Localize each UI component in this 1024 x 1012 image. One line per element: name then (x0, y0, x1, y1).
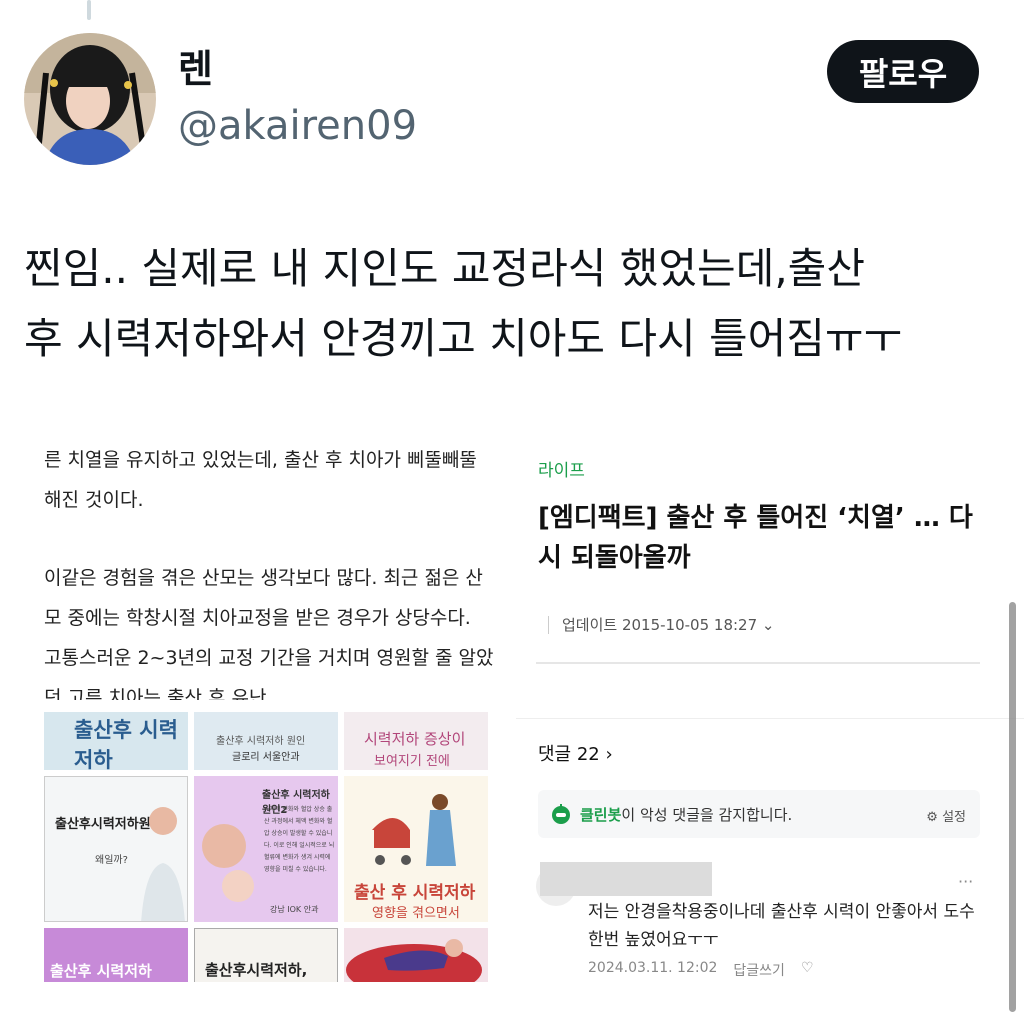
cleanbot-banner: 클린봇이 악성 댓글을 감지합니다. ⚙ 설정 (538, 790, 980, 838)
avatar[interactable] (24, 33, 156, 165)
attached-image-news[interactable]: 라이프 [엠디팩트] 출산 후 틀어진 ‘치열’ … 다시 되돌아올까 업데이트… (516, 420, 1024, 1012)
thumbnail-brand: 글로리 서울안과 (232, 752, 300, 763)
thumbnail: 출산후시력저하원인 왜일까? (44, 776, 188, 922)
resting-woman-illustration (346, 939, 482, 982)
comment-count-link[interactable]: 댓글 22 › (538, 740, 613, 766)
thumbnail: 출산후시력저하, (194, 928, 338, 982)
woman-illustration (141, 807, 185, 921)
heart-icon[interactable]: ♡ (801, 960, 814, 980)
thumbnail-label: 출산후 시력저하 (74, 718, 178, 770)
cleanbot-settings-button[interactable]: ⚙ 설정 (926, 806, 966, 825)
thumbnail: 출산후 시력저하 원인2 • 체액 변화와 혈압 상승 출산 과정에서 체액 변… (194, 776, 338, 922)
divider (516, 718, 1024, 719)
article-paragraph-1: 른 치열을 유지하고 있었는데, 출산 후 치아가 삐뚤빼뚤해진 것이다. (44, 449, 477, 511)
cleanbot-icon (552, 804, 570, 824)
thumbnail-label: 시력저하 증상이 (364, 730, 466, 748)
news-title: [엠디팩트] 출산 후 틀어진 ‘치열’ … 다시 되돌아올까 (538, 503, 973, 573)
thumbnail: 시력저하 증상이 보여지기 전에 (344, 712, 488, 770)
avatar-image (24, 33, 156, 165)
thumbnail-sublabel: 보여지기 전에 (374, 754, 450, 769)
thumbnail-label: 출산후 시력저하 (50, 962, 152, 980)
comment-more-icon[interactable]: ··· (958, 872, 973, 891)
thumbnail-brand: 강남 IOK 안과 (270, 905, 319, 914)
attached-image-article[interactable]: 른 치열을 유지하고 있었는데, 출산 후 치아가 삐뚤빼뚤해진 것이다. 이같… (0, 420, 516, 1012)
thumbnail-label: 출산 후 시력저하 (354, 883, 476, 903)
redacted-username (540, 862, 712, 896)
comment-text: 저는 안경을착용중이나데 출산후 시력이 안좋아서 도수한번 높였어요ㅜㅜ (588, 902, 975, 950)
news-category[interactable]: 라이프 (538, 456, 585, 481)
update-timestamp[interactable]: 업데이트 2015-10-05 18:27 ⌄ (562, 614, 774, 635)
cleanbot-message: 이 악성 댓글을 감지합니다. (621, 806, 793, 824)
divider (536, 662, 980, 664)
thumbnail-label: 출산후시력저하, (205, 961, 308, 979)
thumbnail-body: • 체액 변화와 혈압 상승 출산 과정에서 체액 변화와 혈압 상승이 발생할… (264, 806, 335, 873)
image-search-grid: 출산후 시력저하 출산후 시력저하 원인 글로리 서울안과 시력저하 증상이 보… (44, 712, 488, 982)
thumbnail-sublabel: 영향을 겪으면서 (372, 906, 460, 921)
cleanbot-text: 클린봇이 악성 댓글을 감지합니다. (580, 804, 792, 825)
display-name[interactable]: 렌 (178, 44, 213, 94)
update-divider (548, 616, 549, 634)
thumbnail: 출산후 시력저하 (44, 928, 188, 982)
thumbnail: 출산후 시력저하 (44, 712, 188, 770)
comment-date: 2024.03.11. 12:02 (588, 960, 718, 976)
thumbnail: 출산후 시력저하 원인 글로리 서울안과 (194, 712, 338, 770)
article-paragraph-2: 이같은 경험을 겪은 산모는 생각보다 많다. 최근 젊은 산모 중에는 학창시… (44, 567, 494, 700)
scrollbar[interactable] (1009, 602, 1016, 1012)
follow-button[interactable]: 팔로우 (827, 40, 979, 103)
thread-connector-line (87, 0, 91, 20)
comment-meta: 2024.03.11. 12:02 답글쓰기 ♡ (588, 960, 814, 980)
cleanbot-name: 클린봇 (580, 806, 622, 824)
thumbnail: 출산 후 시력저하 영향을 겪으면서 (344, 776, 488, 922)
reply-button[interactable]: 답글쓰기 (733, 960, 785, 980)
user-handle[interactable]: @akairen09 (178, 100, 417, 152)
thumbnail-label: 출산후 시력저하 원인 (216, 736, 306, 747)
thumbnail (344, 928, 488, 982)
tweet-text: 찐임.. 실제로 내 지인도 교정라식 했었는데,출산 후 시력저하와서 안경끼… (24, 244, 903, 363)
